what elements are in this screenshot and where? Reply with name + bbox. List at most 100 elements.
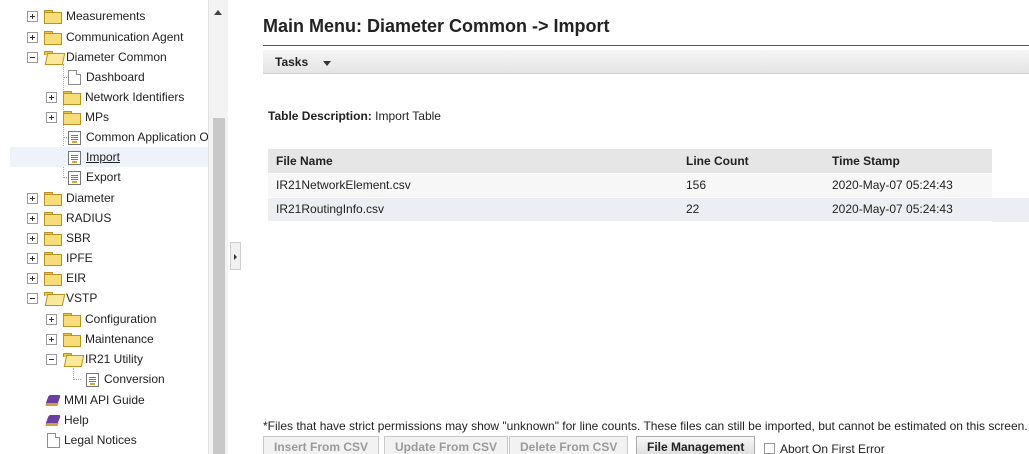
- scroll-up-arrow-icon[interactable]: [214, 10, 222, 15]
- file-management-button[interactable]: File Management: [636, 436, 756, 454]
- insert-from-csv-button[interactable]: Insert From CSV: [263, 436, 380, 454]
- folder-open-icon: [44, 292, 61, 305]
- tree-item-sbr[interactable]: SBR: [0, 228, 208, 248]
- expand-icon[interactable]: [27, 253, 38, 264]
- tree-item-legal-notices[interactable]: Legal Notices: [0, 430, 208, 450]
- tree-item-label: Export: [86, 170, 121, 184]
- abort-on-first-error-checkbox[interactable]: [764, 443, 775, 454]
- tree-item-label: Legal Notices: [64, 433, 137, 447]
- tree-item-label: Dashboard: [86, 70, 145, 84]
- tree-item-vstp[interactable]: VSTP: [0, 288, 208, 308]
- tree-item-label: Communication Agent: [66, 30, 184, 44]
- import-table: File Name Line Count Time Stamp IR21Netw…: [268, 149, 992, 222]
- form-icon: [68, 131, 81, 145]
- tasks-toolbar: Tasks: [263, 50, 1029, 74]
- tree-item-ipfe[interactable]: IPFE: [0, 248, 208, 268]
- tree-item-mmi-api-guide[interactable]: MMI API Guide: [0, 390, 208, 410]
- expand-icon[interactable]: [27, 233, 38, 244]
- table-description: Table Description: Import Table: [268, 109, 441, 123]
- tree-item-dashboard[interactable]: Dashboard: [0, 67, 208, 87]
- tree-item-communication-agent[interactable]: Communication Agent: [0, 27, 208, 47]
- folder-icon: [44, 192, 62, 206]
- expand-icon[interactable]: [27, 32, 38, 43]
- tree-item-help[interactable]: Help: [0, 410, 208, 430]
- expand-icon[interactable]: [46, 92, 57, 103]
- navigation-tree: Measurements Communication Agent Diamete…: [0, 0, 208, 454]
- table-description-label: Table Description:: [268, 109, 372, 123]
- table-row[interactable]: IR21NetworkElement.csv 156 2020-May-07 0…: [268, 173, 992, 198]
- collapse-arrow-icon: [234, 254, 237, 260]
- cell-time-stamp: 2020-May-07 05:24:43: [824, 173, 992, 198]
- caret-down-icon[interactable]: [323, 61, 331, 66]
- cell-line-count: 22: [678, 197, 824, 222]
- tasks-menu-button[interactable]: Tasks: [275, 55, 308, 69]
- folder-open-icon: [44, 51, 61, 64]
- expand-icon[interactable]: [46, 334, 57, 345]
- tree-item-label: EIR: [66, 271, 87, 285]
- expand-icon[interactable]: [27, 193, 38, 204]
- cell-file-name: IR21NetworkElement.csv: [268, 173, 678, 198]
- tree-item-maintenance[interactable]: Maintenance: [0, 329, 208, 349]
- tree-item-conversion[interactable]: Conversion: [0, 369, 208, 389]
- folder-open-icon: [63, 353, 80, 366]
- tree-item-label: VSTP: [66, 291, 98, 305]
- table-row[interactable]: IR21RoutingInfo.csv 22 2020-May-07 05:24…: [268, 197, 992, 222]
- tree-item-label: Diameter: [66, 191, 115, 205]
- expand-icon[interactable]: [27, 273, 38, 284]
- tree-item-label: IR21 Utility: [85, 352, 144, 366]
- expand-icon[interactable]: [46, 314, 57, 325]
- tree-item-label: RADIUS: [66, 211, 112, 225]
- folder-icon: [63, 333, 81, 347]
- cell-line-count: 156: [678, 173, 824, 198]
- table-description-value: Import Table: [375, 109, 441, 123]
- collapse-icon[interactable]: [46, 354, 57, 365]
- form-icon: [68, 171, 81, 185]
- tree-item-network-identifiers[interactable]: Network Identifiers: [0, 87, 208, 107]
- tree-item-label: Measurements: [66, 9, 146, 23]
- expand-icon[interactable]: [27, 11, 38, 22]
- column-header-line-count[interactable]: Line Count: [678, 149, 824, 174]
- delete-from-csv-button[interactable]: Delete From CSV: [509, 436, 629, 454]
- tree-item-import[interactable]: Import: [10, 147, 208, 167]
- folder-icon: [44, 252, 62, 266]
- collapse-icon[interactable]: [27, 52, 38, 63]
- line-count-footnote: *Files that have strict permissions may …: [263, 419, 1028, 433]
- tree-item-eir[interactable]: EIR: [0, 268, 208, 288]
- folder-icon: [44, 272, 62, 286]
- abort-on-first-error-label[interactable]: Abort On First Error: [780, 442, 885, 454]
- tree-item-mps[interactable]: MPs: [0, 107, 208, 127]
- tree-item-configuration[interactable]: Configuration: [0, 309, 208, 329]
- folder-icon: [63, 313, 81, 327]
- folder-icon: [44, 10, 62, 24]
- tree-scrollbar[interactable]: [208, 0, 228, 454]
- cell-time-stamp: 2020-May-07 05:24:43: [824, 197, 992, 222]
- scrollbar-thumb[interactable]: [213, 118, 225, 454]
- page-icon: [68, 70, 81, 85]
- tree-item-measurements[interactable]: Measurements: [0, 6, 208, 26]
- tree-item-diameter-common[interactable]: Diameter Common: [0, 47, 208, 67]
- book-icon: [45, 394, 61, 408]
- expand-icon[interactable]: [27, 213, 38, 224]
- title-divider: [263, 45, 1029, 46]
- cell-file-name: IR21RoutingInfo.csv: [268, 197, 678, 222]
- tree-item-radius[interactable]: RADIUS: [0, 208, 208, 228]
- tree-item-ir21-utility[interactable]: IR21 Utility: [0, 349, 208, 369]
- page-title: Main Menu: Diameter Common -> Import: [263, 16, 610, 36]
- tree-item-diameter[interactable]: Diameter: [0, 188, 208, 208]
- tree-item-label: Configuration: [85, 312, 157, 326]
- tree-item-label: Maintenance: [85, 332, 154, 346]
- navigation-tree-panel: Measurements Communication Agent Diamete…: [0, 0, 228, 454]
- collapse-icon[interactable]: [27, 293, 38, 304]
- tree-item-label: IPFE: [66, 251, 93, 265]
- column-header-file-name[interactable]: File Name: [268, 149, 678, 174]
- tree-item-common-application-options[interactable]: Common Application O|: [0, 127, 208, 147]
- panel-collapse-handle[interactable]: [230, 242, 241, 270]
- form-icon: [68, 151, 81, 165]
- tree-item-label: Diameter Common: [66, 50, 167, 64]
- tree-item-export[interactable]: Export: [0, 167, 208, 187]
- update-from-csv-button[interactable]: Update From CSV: [384, 436, 509, 454]
- tree-item-label: Common Application O|: [86, 130, 208, 144]
- expand-icon[interactable]: [46, 112, 57, 123]
- tree-item-label: MMI API Guide: [64, 393, 145, 407]
- column-header-time-stamp[interactable]: Time Stamp: [824, 149, 992, 174]
